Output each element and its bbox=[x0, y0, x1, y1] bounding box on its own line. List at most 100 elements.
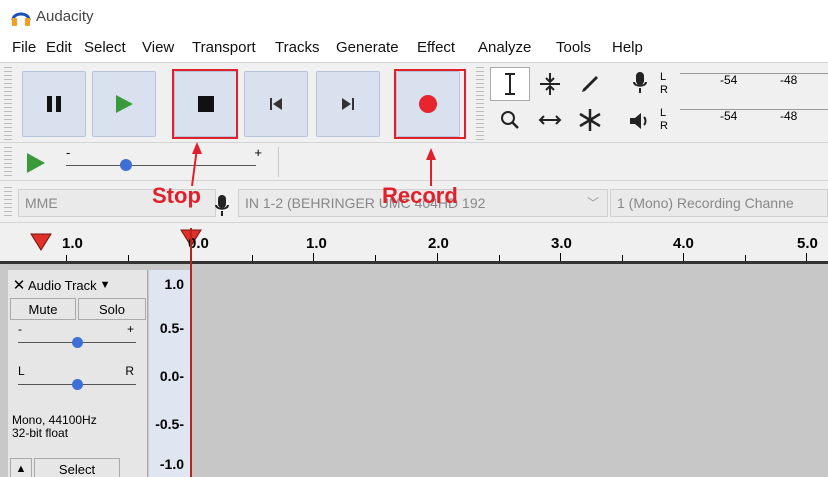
i-beam-icon bbox=[505, 73, 515, 95]
device-grip[interactable] bbox=[4, 187, 12, 217]
caret-up-icon: ▲ bbox=[15, 463, 27, 475]
ruler-label: 2.0 bbox=[428, 235, 449, 252]
collapse-track-button[interactable]: ▲ bbox=[10, 458, 32, 477]
record-meter-left-label: L bbox=[660, 71, 667, 83]
solo-button[interactable]: Solo bbox=[78, 298, 146, 320]
menu-tracks[interactable]: Tracks bbox=[275, 39, 319, 56]
tools-grip[interactable] bbox=[476, 67, 484, 143]
pause-icon bbox=[47, 96, 61, 112]
playback-meter[interactable]: L R -54 -48 bbox=[620, 103, 828, 139]
close-track-button[interactable]: ✕ bbox=[10, 274, 28, 296]
record-meter[interactable]: L R -54 -48 bbox=[620, 67, 828, 103]
recording-channels-select[interactable]: 1 (Mono) Recording Channe bbox=[610, 189, 828, 217]
waveform-area[interactable] bbox=[192, 270, 828, 477]
menu-effect[interactable]: Effect bbox=[417, 39, 455, 56]
menu-file[interactable]: File bbox=[12, 39, 36, 56]
record-meter-tick: -54 bbox=[720, 73, 738, 87]
ruler-label: 3.0 bbox=[551, 235, 572, 252]
gain-slider-thumb[interactable] bbox=[72, 337, 83, 348]
menu-generate[interactable]: Generate bbox=[336, 39, 399, 56]
track-name-menu[interactable]: Audio Track ▼ bbox=[28, 274, 146, 296]
record-meter-scale bbox=[680, 73, 828, 95]
pause-button[interactable] bbox=[22, 71, 86, 137]
mute-button[interactable]: Mute bbox=[10, 298, 76, 320]
ruler-tick bbox=[806, 253, 807, 261]
menu-bar: File Edit Select View Transport Tracks G… bbox=[0, 34, 828, 62]
ruler-tick bbox=[128, 255, 129, 261]
close-icon: ✕ bbox=[12, 277, 26, 294]
menu-analyze[interactable]: Analyze bbox=[478, 39, 531, 56]
menu-edit[interactable]: Edit bbox=[46, 39, 72, 56]
menu-view[interactable]: View bbox=[142, 39, 174, 56]
title-bar: Audacity bbox=[0, 0, 828, 34]
scale-label: 1.0 bbox=[164, 276, 184, 292]
ruler-tick bbox=[745, 255, 746, 261]
speed-plus-label: + bbox=[254, 145, 262, 160]
menu-tools[interactable]: Tools bbox=[556, 39, 591, 56]
pan-left-label: L bbox=[18, 364, 25, 378]
speed-slider-thumb[interactable] bbox=[120, 159, 132, 171]
select-label: Select bbox=[58, 461, 96, 477]
asterisk-icon bbox=[579, 109, 601, 131]
ruler-tick bbox=[66, 255, 67, 261]
play-at-speed-icon[interactable] bbox=[24, 151, 48, 175]
skip-to-end-icon bbox=[342, 98, 354, 110]
stop-annotation: Stop bbox=[152, 183, 201, 208]
play-button[interactable] bbox=[92, 71, 156, 137]
menu-transport[interactable]: Transport bbox=[192, 39, 256, 56]
skip-to-start-button[interactable] bbox=[244, 71, 308, 137]
ruler-tick bbox=[313, 253, 314, 261]
toolbar-grip[interactable] bbox=[4, 67, 12, 143]
ruler-tick bbox=[252, 255, 253, 261]
gain-plus-label: + bbox=[126, 322, 134, 336]
ruler-tick bbox=[375, 255, 376, 261]
chevron-down-icon: ﹀ bbox=[586, 196, 599, 210]
draw-tool[interactable] bbox=[570, 67, 610, 101]
menu-help[interactable]: Help bbox=[612, 39, 643, 56]
mute-label: Mute bbox=[28, 301, 58, 317]
scale-label: 0.5- bbox=[159, 320, 184, 336]
skip-to-end-button[interactable] bbox=[316, 71, 380, 137]
stop-highlight-box bbox=[172, 69, 238, 139]
playback-meter-tick: -48 bbox=[780, 109, 798, 123]
ruler-tick bbox=[560, 253, 561, 261]
time-shift-tool[interactable] bbox=[530, 103, 570, 137]
speed-grip[interactable] bbox=[4, 147, 12, 177]
playback-meter-left-label: L bbox=[660, 107, 667, 119]
pan-slider[interactable]: L R bbox=[16, 364, 140, 392]
record-meter-right-label: R bbox=[660, 84, 668, 96]
gain-slider[interactable]: - + bbox=[16, 322, 140, 352]
pencil-icon bbox=[582, 76, 598, 92]
playback-meter-right-label: R bbox=[660, 120, 668, 132]
zoom-tool[interactable] bbox=[490, 103, 530, 137]
microphone-icon bbox=[633, 72, 647, 93]
menu-select[interactable]: Select bbox=[84, 39, 126, 56]
speed-slider[interactable]: - + bbox=[62, 145, 274, 177]
select-track-button[interactable]: Select bbox=[34, 458, 120, 477]
skip-to-start-icon bbox=[270, 98, 282, 110]
speaker-icon bbox=[630, 113, 647, 129]
ruler-tick bbox=[683, 253, 684, 261]
record-annotation: Record bbox=[382, 183, 458, 208]
track-format-info: Mono, 44100Hz 32-bit float bbox=[12, 414, 97, 440]
track-bit-depth-info: 32-bit float bbox=[12, 426, 69, 440]
envelope-tool[interactable] bbox=[530, 67, 570, 101]
ruler-tick bbox=[622, 255, 623, 261]
timeline-ruler[interactable]: 1.0 0.0 1.0 2.0 3.0 4.0 5.0 bbox=[0, 222, 828, 264]
ruler-label: 5.0 bbox=[797, 235, 818, 252]
track-area: ✕ Audio Track ▼ Mute Solo - + L R Mono, … bbox=[0, 264, 828, 477]
playback-meter-tick: -54 bbox=[720, 109, 738, 123]
vertical-scale[interactable]: 1.0 0.5- 0.0- -0.5- -1.0 bbox=[149, 270, 191, 477]
track-control-panel: ✕ Audio Track ▼ Mute Solo - + L R Mono, … bbox=[8, 270, 148, 477]
speed-slider-track bbox=[66, 165, 256, 166]
multi-tool[interactable] bbox=[570, 103, 610, 137]
playback-meter-scale bbox=[680, 109, 828, 131]
envelope-icon bbox=[540, 73, 560, 95]
scale-label: -1.0 bbox=[159, 456, 184, 472]
caret-down-icon: ▼ bbox=[99, 279, 111, 291]
ruler-label: 1.0 bbox=[306, 235, 327, 252]
selection-tool[interactable] bbox=[490, 67, 530, 101]
solo-label: Solo bbox=[98, 301, 126, 317]
pan-slider-thumb[interactable] bbox=[72, 379, 83, 390]
recording-channels-value: 1 (Mono) Recording Channe bbox=[617, 195, 794, 211]
